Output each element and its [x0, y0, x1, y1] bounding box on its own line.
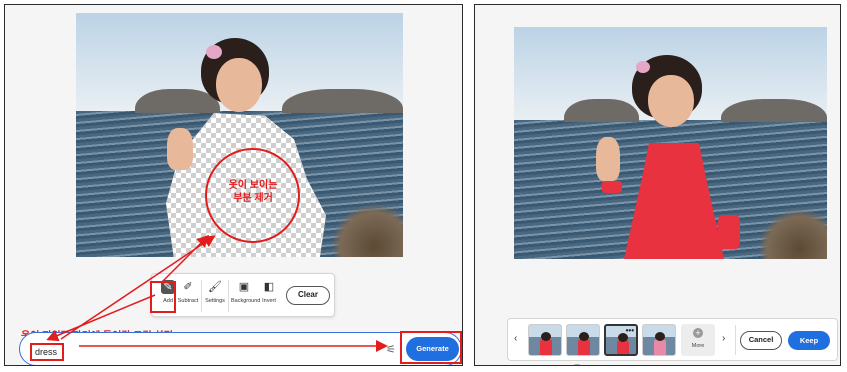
- generated-photo: [514, 27, 827, 259]
- previous-arrow-icon[interactable]: ‹: [514, 333, 517, 344]
- variation-bar: ‹ ••• + More › Cancel Keep: [507, 318, 838, 361]
- keep-button[interactable]: Keep: [788, 331, 830, 350]
- more-options-icon[interactable]: •••: [626, 326, 634, 335]
- left-panel: 옷이 보이는 부분 제거 ✎ Add ✐ Subtract 🖌 Settings…: [4, 4, 463, 366]
- variation-thumb-2[interactable]: [566, 324, 600, 356]
- right-panel: ‹ ••• + More › Cancel Keep: [474, 4, 841, 366]
- more-button[interactable]: + More: [681, 324, 715, 356]
- victory-hand: [596, 137, 620, 181]
- variation-thumb-3[interactable]: •••: [604, 324, 638, 356]
- annotation-arrows: [46, 234, 388, 352]
- next-arrow-icon[interactable]: ›: [722, 333, 725, 344]
- variation-thumb-4[interactable]: [642, 324, 676, 356]
- scroll-handle[interactable]: [570, 364, 584, 365]
- plus-icon: +: [693, 328, 703, 338]
- cancel-button[interactable]: Cancel: [740, 331, 782, 350]
- screenshot-stage: 옷이 보이는 부분 제거 ✎ Add ✐ Subtract 🖌 Settings…: [0, 0, 847, 372]
- variation-thumb-1[interactable]: [528, 324, 562, 356]
